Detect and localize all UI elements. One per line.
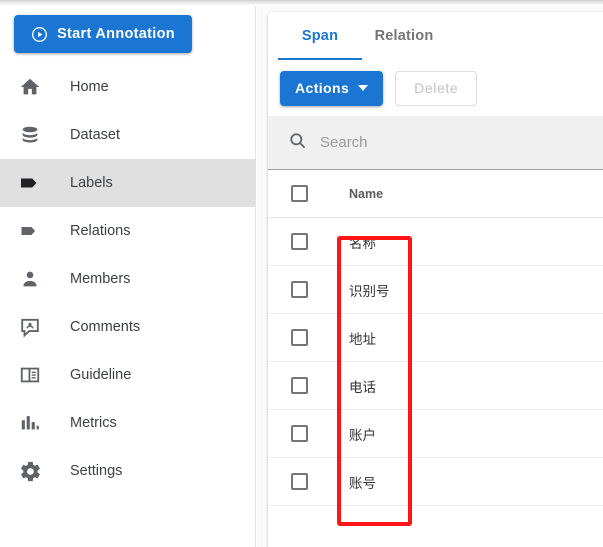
tab-label: Span: [301, 28, 339, 44]
row-name: 名称: [349, 235, 376, 251]
table-row[interactable]: 电话: [268, 362, 603, 410]
sidebar-item-label: Relations: [70, 223, 131, 239]
tab-relation[interactable]: Relation: [362, 12, 446, 60]
sidebar-item-label: Home: [70, 79, 109, 95]
tag-filled-icon: [17, 171, 43, 195]
start-annotation-button[interactable]: Start Annotation: [14, 15, 192, 53]
row-name: 账户: [349, 427, 376, 443]
row-checkbox-cell[interactable]: [268, 233, 331, 250]
database-icon: [17, 124, 43, 146]
sidebar-item-settings[interactable]: Settings: [0, 447, 256, 495]
start-annotation-label: Start Annotation: [57, 26, 175, 42]
table-row[interactable]: 名称: [268, 218, 603, 266]
row-checkbox-cell[interactable]: [268, 281, 331, 298]
table-toolbar: Actions Delete: [268, 60, 603, 116]
row-name: 电话: [349, 379, 376, 395]
row-name: 账号: [349, 475, 376, 491]
column-header-name: Name: [349, 186, 384, 201]
search-input[interactable]: [320, 134, 570, 151]
person-icon: [17, 268, 43, 290]
tab-span[interactable]: Span: [278, 12, 362, 60]
row-checkbox[interactable]: [291, 377, 308, 394]
sidebar-item-home[interactable]: Home: [0, 63, 256, 111]
row-checkbox-cell[interactable]: [268, 377, 331, 394]
table-header-row: Name: [268, 170, 603, 218]
delete-button[interactable]: Delete: [395, 70, 478, 106]
tab-label: Relation: [374, 28, 434, 44]
sidebar-item-label: Labels: [70, 175, 113, 191]
sidebar-item-label: Dataset: [70, 127, 120, 143]
tab-bar: Span Relation: [268, 12, 603, 60]
table-row[interactable]: 账户: [268, 410, 603, 458]
search-bar[interactable]: [268, 116, 603, 170]
row-checkbox[interactable]: [291, 281, 308, 298]
table-row[interactable]: 识别号: [268, 266, 603, 314]
actions-button[interactable]: Actions: [280, 70, 384, 106]
comment-icon: [17, 316, 43, 338]
row-name: 地址: [349, 331, 376, 347]
home-icon: [17, 76, 43, 98]
select-all-checkbox-cell[interactable]: [268, 185, 331, 202]
chevron-down-icon: [358, 85, 369, 91]
app-root: Start Annotation Home Dataset Labels Rel…: [0, 0, 603, 547]
sidebar-item-label: Metrics: [70, 415, 117, 431]
search-icon: [288, 131, 307, 155]
sidebar-item-label: Settings: [70, 463, 123, 479]
select-all-checkbox[interactable]: [291, 185, 308, 202]
row-checkbox[interactable]: [291, 233, 308, 250]
sidebar-item-guideline[interactable]: Guideline: [0, 351, 256, 399]
table-row[interactable]: 账号: [268, 458, 603, 506]
row-checkbox-cell[interactable]: [268, 329, 331, 346]
sidebar: Start Annotation Home Dataset Labels Rel…: [0, 6, 256, 547]
guideline-icon: [17, 364, 43, 386]
main-content: Span Relation Actions Delete Search Name…: [257, 6, 603, 547]
sidebar-item-relations[interactable]: Relations: [0, 207, 256, 255]
row-checkbox-cell[interactable]: [268, 473, 331, 490]
labels-card: Span Relation Actions Delete Search Name…: [268, 12, 603, 547]
actions-label: Actions: [295, 80, 350, 96]
table-row[interactable]: 地址: [268, 314, 603, 362]
sidebar-item-metrics[interactable]: Metrics: [0, 399, 256, 447]
tag-icon: [17, 219, 43, 243]
sidebar-item-label: Comments: [70, 319, 141, 335]
play-circle-icon: [31, 26, 48, 43]
sidebar-item-labels[interactable]: Labels: [0, 159, 256, 207]
row-name: 识别号: [349, 283, 390, 299]
row-checkbox[interactable]: [291, 425, 308, 442]
gear-icon: [17, 460, 43, 483]
sidebar-item-dataset[interactable]: Dataset: [0, 111, 256, 159]
sidebar-item-label: Members: [70, 271, 131, 287]
sidebar-item-label: Guideline: [70, 367, 132, 383]
bar-chart-icon: [17, 412, 43, 434]
row-checkbox[interactable]: [291, 329, 308, 346]
sidebar-item-comments[interactable]: Comments: [0, 303, 256, 351]
sidebar-item-members[interactable]: Members: [0, 255, 256, 303]
sidebar-nav: Home Dataset Labels Relations Members Co…: [0, 63, 256, 495]
row-checkbox-cell[interactable]: [268, 425, 331, 442]
row-checkbox[interactable]: [291, 473, 308, 490]
